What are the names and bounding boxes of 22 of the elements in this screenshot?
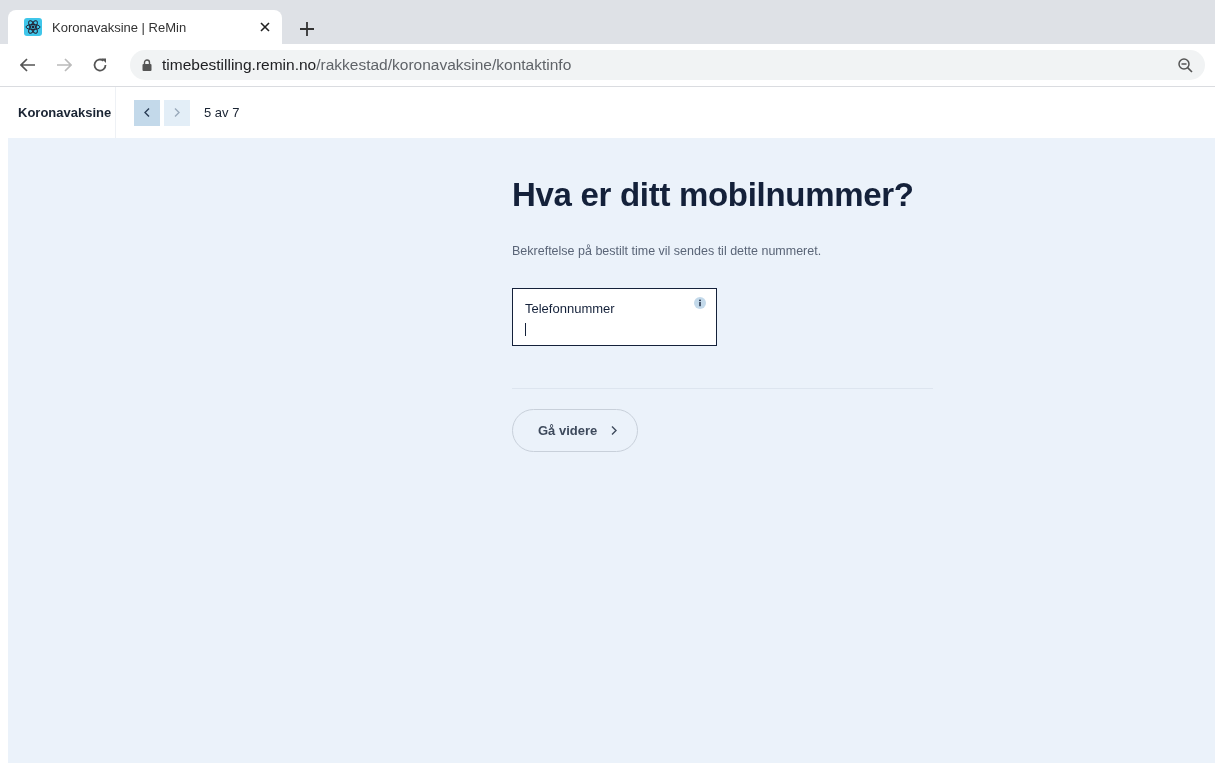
chevron-icon	[174, 108, 180, 117]
previous-button[interactable]	[134, 99, 160, 126]
browser-tab[interactable]: Koronavaksine | ReMin	[8, 10, 282, 44]
reload-icon[interactable]	[92, 57, 108, 73]
field-label: Telefonnummer	[525, 301, 615, 316]
tab-title: Koronavaksine | ReMin	[52, 19, 188, 35]
back-arrow-icon[interactable]	[20, 58, 36, 72]
description-text: Bekreftelse på bestilt time vil sendes til dette nummeret.	[512, 244, 823, 258]
chevron-icon	[611, 426, 618, 435]
close-icon[interactable]	[260, 22, 270, 32]
url-text: timebestilling.remin.no/rakkestad/koronavaksine/kontaktinfo	[162, 56, 573, 74]
lock-icon	[142, 59, 152, 71]
chevron-icon	[144, 108, 150, 117]
text-cursor	[525, 323, 526, 336]
step-counter: 5 av 7	[204, 105, 240, 120]
address-bar[interactable]: timebestilling.remin.no/rakkestad/koronavaksine/kontaktinfo	[130, 50, 1205, 80]
page-heading: Hva er ditt mobilnummer?	[512, 176, 915, 214]
plus-icon[interactable]	[300, 22, 314, 36]
info-icon[interactable]	[694, 297, 706, 309]
zoom-out-icon[interactable]	[1178, 57, 1193, 73]
phone-input-field[interactable]: Telefonnummer	[512, 288, 717, 346]
atom-icon	[24, 18, 42, 36]
